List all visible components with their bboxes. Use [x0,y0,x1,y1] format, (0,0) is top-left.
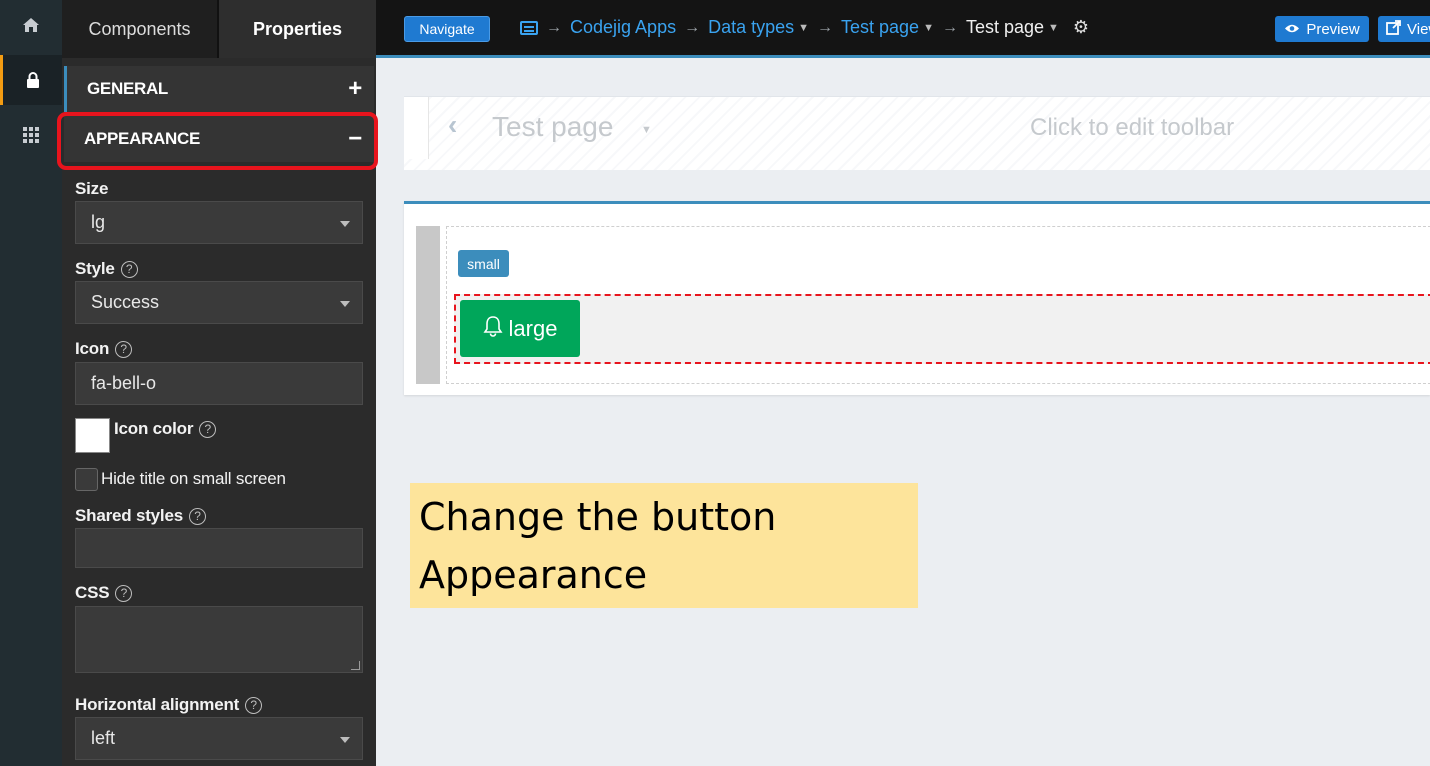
bell-icon [483,315,503,343]
eye-icon [1284,21,1300,38]
small-button[interactable]: small [458,250,509,277]
toolbar-stub [404,97,429,159]
page-toolbar[interactable]: ‹ Test page ▼ Click to edit toolbar [404,96,1430,170]
large-button[interactable]: large [460,300,580,357]
toolbar-page-title[interactable]: Test page [492,111,613,143]
gear-icon[interactable]: ⚙ [1073,17,1089,38]
preview-label: Preview [1306,20,1360,38]
caret-down-icon[interactable]: ▼ [798,22,809,34]
halign-select[interactable]: left [75,717,363,760]
css-textarea[interactable] [75,606,363,673]
chevron-down-icon [340,737,350,743]
caret-down-icon[interactable]: ▼ [1048,22,1059,34]
chevron-down-icon [340,301,350,307]
halign-label: Horizontal alignment? [75,695,263,715]
arrow-right-icon: → [546,18,562,36]
caret-down-icon[interactable]: ▼ [641,124,652,136]
style-value: Success [91,292,160,312]
arrow-right-icon: → [684,18,701,36]
instruction-line-2: Appearance [419,553,648,597]
lock-icon[interactable] [0,55,62,105]
external-link-icon [1386,19,1401,39]
breadcrumb-data-types[interactable]: Data types [708,17,794,38]
size-value: lg [91,212,106,232]
arrow-right-icon: → [941,18,958,36]
hide-title-label: Hide title on small screen [101,469,286,488]
icon-color-swatch[interactable] [75,418,110,453]
section-appearance[interactable]: APPEARANCE − [64,116,374,162]
expand-icon[interactable]: + [348,75,362,103]
size-select[interactable]: lg [75,201,363,244]
breadcrumb-current-page[interactable]: Test page [966,17,1044,38]
shared-styles-input[interactable] [75,528,363,568]
page-content-box: small large [404,201,1430,395]
drag-handle[interactable] [416,226,440,384]
caret-down-icon[interactable]: ▼ [923,22,934,34]
size-label: Size [75,179,109,198]
breadcrumb-test-page[interactable]: Test page [841,17,919,38]
tab-properties[interactable]: Properties [219,0,376,58]
selected-component-outline [454,294,1430,364]
arrow-right-icon: → [817,18,834,36]
toolbar-edit-hint[interactable]: Click to edit toolbar [1030,114,1234,142]
section-general[interactable]: GENERAL + [64,66,374,112]
navigate-button[interactable]: Navigate [404,16,490,42]
help-icon[interactable]: ? [199,420,217,438]
preview-button[interactable]: Preview [1275,16,1369,42]
collapse-icon[interactable]: − [348,125,362,153]
icon-value: fa-bell-o [91,373,157,393]
style-label: Style? [75,259,138,279]
view-button[interactable]: View [1378,16,1430,42]
hide-title-checkbox[interactable] [75,468,98,491]
list-icon[interactable] [520,20,538,35]
help-icon[interactable]: ? [115,584,133,602]
icon-input[interactable]: fa-bell-o [75,362,363,405]
instruction-note: Change the button Appearance [410,483,918,608]
section-appearance-label: APPEARANCE [84,129,201,148]
help-icon[interactable]: ? [245,696,263,714]
grid-icon[interactable] [0,110,62,160]
tab-components[interactable]: Components [62,0,219,58]
section-general-label: GENERAL [87,79,169,98]
icon-color-label: Icon color? [114,419,217,439]
help-icon[interactable]: ? [120,260,138,278]
breadcrumb-codejig-apps[interactable]: Codejig Apps [570,17,676,38]
icon-rail [0,0,62,766]
home-icon[interactable] [0,0,62,50]
resize-handle-icon[interactable] [351,661,360,670]
breadcrumb: → Codejig Apps → Data types ▼ → Test pag… [520,17,1089,38]
icon-label: Icon? [75,339,133,359]
chevron-down-icon [340,221,350,227]
large-button-label: large [508,315,558,341]
css-label: CSS? [75,583,133,603]
help-icon[interactable]: ? [188,507,206,525]
shared-styles-label: Shared styles? [75,506,206,526]
halign-value: left [91,728,116,748]
chevron-left-icon[interactable]: ‹ [448,109,457,141]
view-label: View [1407,20,1430,38]
top-bar: Navigate → Codejig Apps → Data types ▼ →… [376,0,1430,58]
instruction-line-1: Change the button [419,495,777,539]
panel-tabs: Components Properties [62,0,376,58]
style-select[interactable]: Success [75,281,363,324]
help-icon[interactable]: ? [115,340,133,358]
